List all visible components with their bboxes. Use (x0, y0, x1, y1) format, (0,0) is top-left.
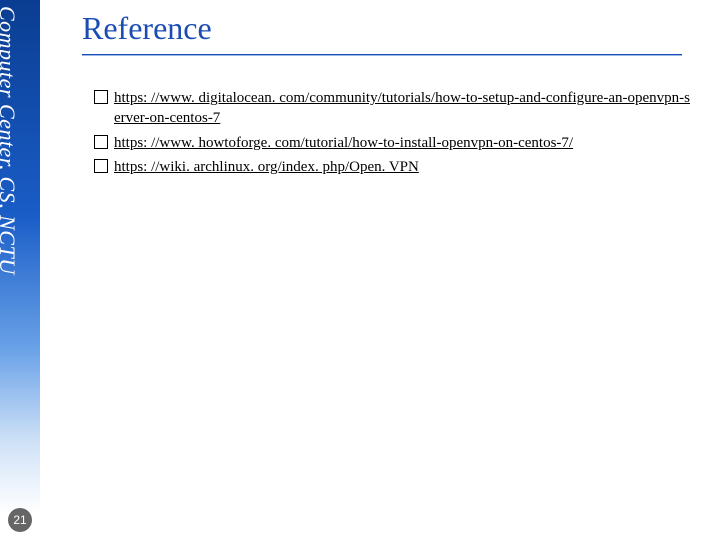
reference-link[interactable]: https: //www. howtoforge. com/tutorial/h… (114, 135, 573, 151)
reference-link[interactable]: https: //wiki. archlinux. org/index. php… (114, 159, 419, 175)
page-number-badge: 21 (8, 508, 32, 532)
slide: Computer Center, CS, NCTU 21 Reference h… (0, 0, 720, 540)
reference-list: https: //www. digitalocean. com/communit… (94, 88, 694, 181)
list-item: https: //wiki. archlinux. org/index. php… (94, 157, 694, 177)
reference-link[interactable]: https: //www. digitalocean. com/communit… (114, 90, 690, 126)
title-underline (82, 54, 682, 55)
page-title: Reference (82, 10, 212, 47)
list-item: https: //www. digitalocean. com/communit… (94, 88, 694, 129)
sidebar-label: Computer Center, CS, NCTU (0, 6, 20, 275)
square-bullet-icon (94, 159, 108, 173)
list-item: https: //www. howtoforge. com/tutorial/h… (94, 133, 694, 153)
square-bullet-icon (94, 90, 108, 104)
square-bullet-icon (94, 135, 108, 149)
